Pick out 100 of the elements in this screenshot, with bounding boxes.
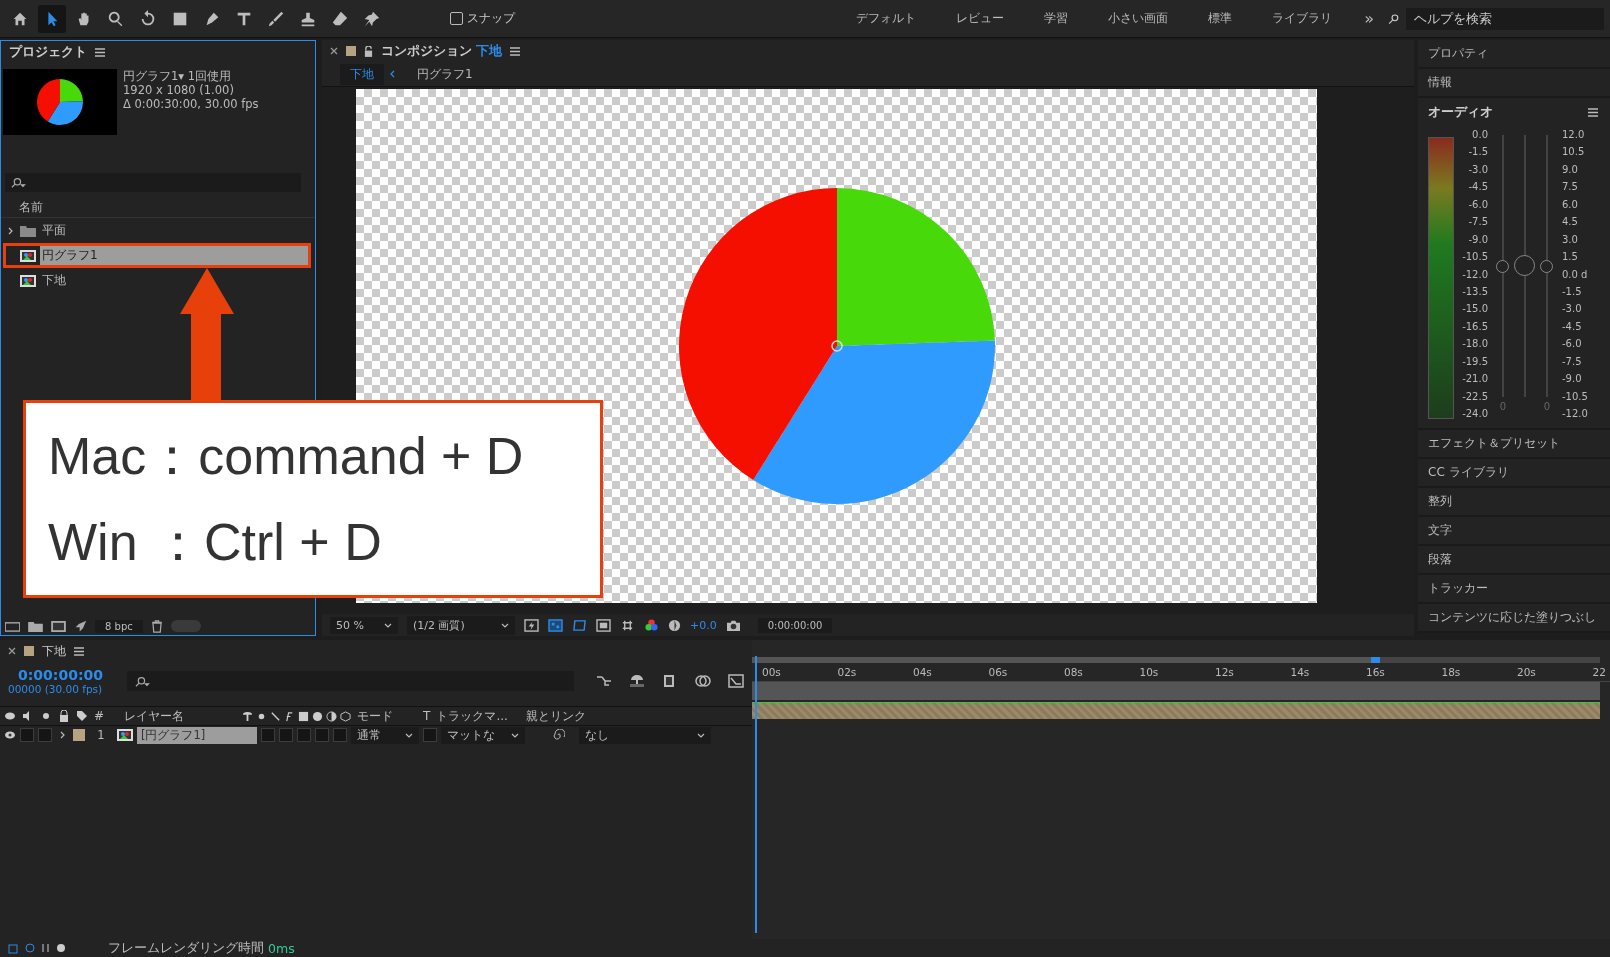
composition-icon (20, 249, 36, 262)
switch-box[interactable] (279, 728, 293, 742)
switch-box[interactable] (315, 728, 329, 742)
menu-icon[interactable] (95, 47, 105, 57)
rocket-icon[interactable] (74, 619, 87, 633)
panel-tab[interactable]: 段落 (1418, 546, 1610, 575)
parent-dropdown[interactable]: なし (579, 726, 711, 744)
switch-box[interactable] (297, 728, 311, 742)
more-workspaces-button[interactable]: » (1354, 9, 1384, 28)
switch-box[interactable] (38, 728, 52, 742)
close-icon[interactable] (8, 647, 16, 655)
panel-tab[interactable]: 文字 (1418, 517, 1610, 546)
zoom-dropdown[interactable]: 50 % (330, 616, 398, 634)
timecode-field[interactable]: 0:00:00:00 (757, 617, 833, 633)
switch-box[interactable] (333, 728, 347, 742)
layer-row[interactable]: 1 [円グラフ1] 通常 マットな なし (0, 726, 752, 744)
composition-icon[interactable] (51, 620, 66, 632)
slider-handle[interactable] (1540, 260, 1553, 273)
timeline-tab[interactable]: 下地 (42, 642, 66, 660)
caret-icon (501, 622, 509, 628)
mode-dropdown[interactable]: 通常 (351, 726, 419, 744)
fast-preview-icon[interactable] (524, 618, 539, 632)
workspace-tab[interactable]: 小さい画面 (1090, 10, 1187, 27)
slider-handle[interactable] (1514, 255, 1535, 276)
shy-layers-icon[interactable] (629, 674, 645, 688)
close-icon[interactable] (330, 47, 338, 55)
current-time[interactable]: 0:00:00:00 (8, 667, 116, 683)
slash-icon (270, 710, 282, 722)
caret-icon (511, 732, 519, 738)
color-channels-icon[interactable] (644, 618, 659, 632)
scale-label: -13.5 (1461, 285, 1488, 297)
scale-label: 12.0 (1562, 129, 1586, 140)
resolution-dropdown[interactable]: (1/2 画質) (407, 615, 515, 635)
exposure-icon[interactable] (668, 618, 681, 632)
eye-icon[interactable] (4, 730, 16, 740)
menu-icon[interactable] (1588, 108, 1598, 117)
folder-icon (20, 224, 36, 237)
scale-label: 10.5 (1562, 146, 1586, 158)
contrast-icon (326, 710, 338, 722)
panel-title: コンポジション 下地 (381, 42, 503, 60)
pointer-icon[interactable] (38, 4, 66, 33)
slider-handle[interactable] (1496, 260, 1509, 273)
switch-box[interactable] (261, 728, 275, 742)
panel-tab[interactable]: CC ライブラリ (1418, 459, 1610, 488)
scale-label: -9.0 (1467, 233, 1488, 245)
snap-checkbox[interactable]: スナップ (450, 10, 515, 27)
panel-tab[interactable]: 情報 (1418, 69, 1610, 98)
scale-label: 0.0 d (1562, 268, 1589, 280)
panel-tab[interactable]: トラッカー (1418, 575, 1610, 604)
menu-icon[interactable] (74, 646, 84, 656)
project-item[interactable]: 円グラフ1 (3, 243, 311, 268)
workspace-tab[interactable]: レビュー (938, 10, 1023, 27)
composition-flowchart-icon[interactable] (596, 674, 612, 688)
workspace-tab[interactable]: ライブラリ (1254, 10, 1351, 27)
bit-depth-button[interactable]: 8 bpc (95, 619, 143, 633)
ruler-label: 18s (1441, 665, 1461, 680)
scale-label: -1.5 (1467, 146, 1488, 158)
help-search-field[interactable]: ヘルプを検索 (1405, 7, 1604, 30)
pick-whip-icon[interactable] (553, 729, 565, 741)
camera-icon[interactable] (725, 618, 741, 632)
scale-label: 3.0 (1562, 233, 1579, 245)
region-of-interest-icon[interactable] (596, 618, 611, 632)
project-item[interactable]: 下地 (3, 268, 311, 293)
switch-box[interactable] (423, 728, 437, 742)
panel-tab[interactable]: コンテンツに応じた塗りつぶし (1418, 604, 1610, 633)
search-icon (11, 177, 27, 188)
column-header: T (423, 709, 431, 723)
interpret-footage-icon[interactable] (5, 620, 20, 632)
graph-editor-icon[interactable] (728, 674, 744, 688)
project-item[interactable]: 平面 (3, 218, 311, 243)
folder-icon[interactable] (28, 620, 43, 632)
layer-name[interactable]: [円グラフ1] (137, 726, 257, 744)
panel-tab[interactable]: エフェクト＆プリセット (1418, 430, 1610, 459)
scale-label: -18.0 (1461, 338, 1488, 350)
lock-icon[interactable] (364, 45, 373, 57)
workspace-tab[interactable]: 学習 (1026, 10, 1087, 27)
panel-tab[interactable]: 整列 (1418, 488, 1610, 517)
menu-icon[interactable] (510, 46, 521, 56)
search-field[interactable] (127, 671, 574, 691)
comp-info-text: Δ 0:00:30:00, 30.00 fps (123, 97, 259, 111)
panel-tab[interactable]: プロパティ (1418, 40, 1610, 69)
breadcrumb-tab[interactable]: 円グラフ1 (407, 63, 483, 85)
track-matte-dropdown[interactable]: マットな (441, 726, 525, 744)
scale-label: -9.0 (1562, 373, 1583, 385)
transparency-grid-icon[interactable] (548, 618, 563, 632)
composition-icon (117, 729, 133, 741)
workspace-tab[interactable]: デフォルト (838, 10, 935, 27)
motion-blur-icon[interactable] (695, 674, 711, 688)
trash-icon[interactable] (150, 619, 163, 633)
render-time-value: 0ms (268, 940, 295, 956)
scale-label: 6.0 (1562, 198, 1579, 210)
exposure-value[interactable]: +0.0 (690, 618, 717, 632)
switch-box[interactable] (20, 728, 34, 742)
search-field[interactable] (5, 173, 301, 192)
breadcrumb-tab[interactable]: 下地 (340, 63, 384, 85)
workspace-tab[interactable]: 標準 (1190, 10, 1251, 27)
status-toggle-icons[interactable] (8, 942, 68, 954)
mask-path-icon[interactable] (572, 618, 587, 632)
ruler-label: 10s (1139, 665, 1159, 680)
grid-icon[interactable] (620, 618, 635, 632)
